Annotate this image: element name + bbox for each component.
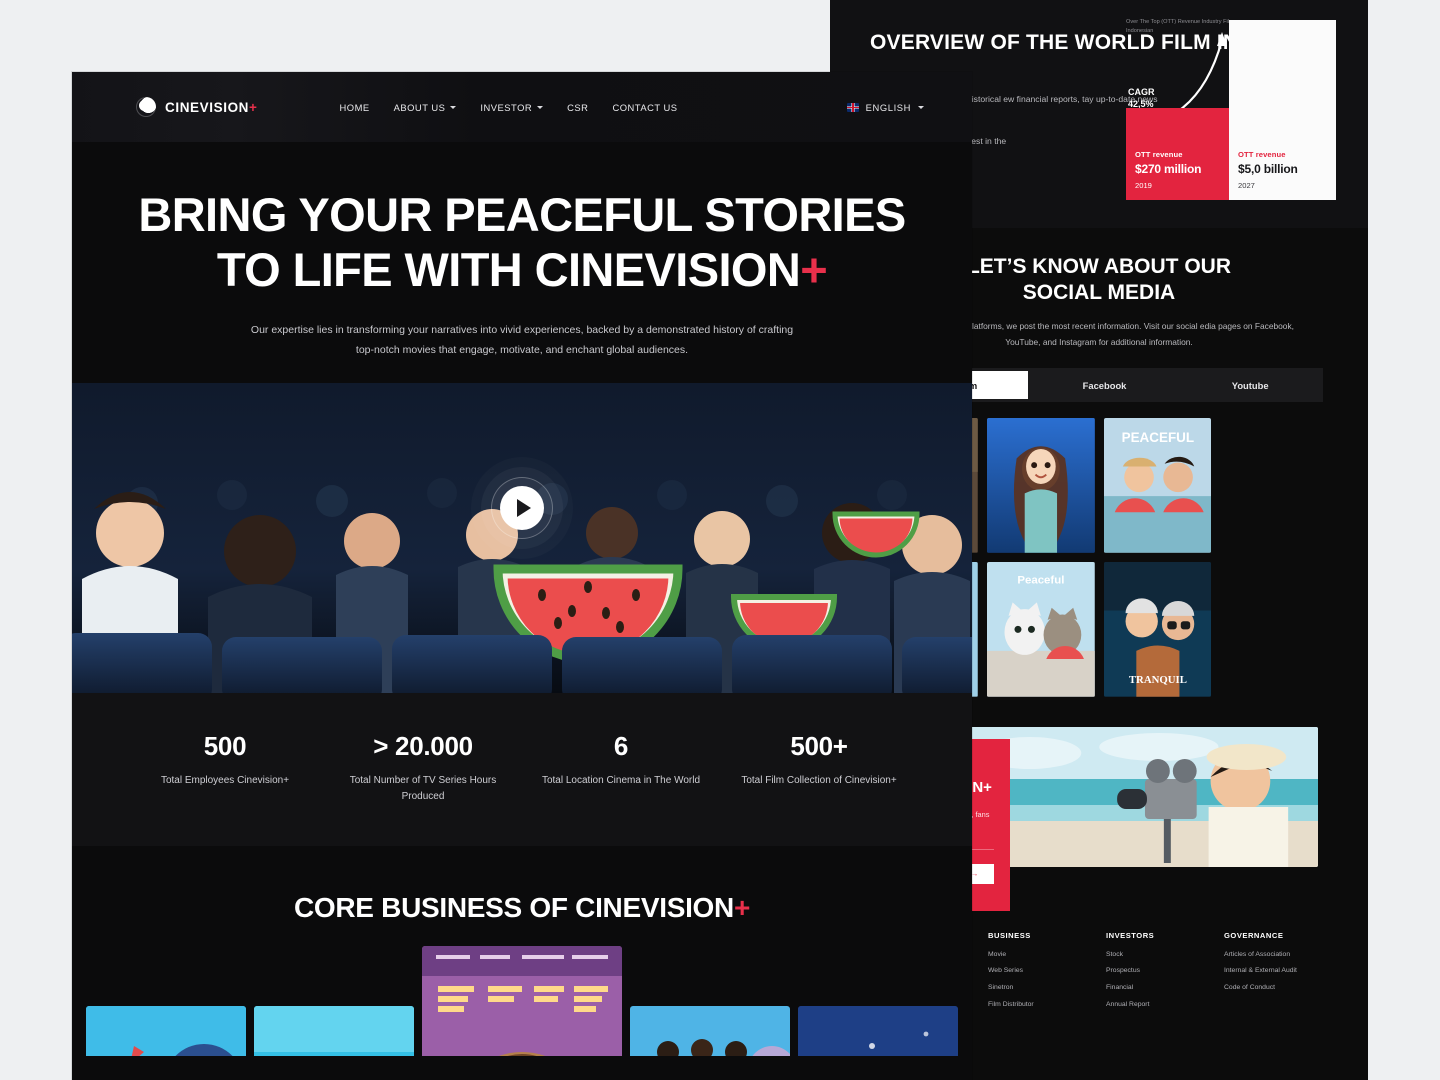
stat-value: 6 (613, 730, 629, 761)
uk-flag-icon (846, 102, 859, 112)
footer-link-prospectus[interactable]: Prospectus (1106, 968, 1210, 975)
poster-blue-monster[interactable] (86, 1005, 246, 1056)
page-title: BRING YOUR PEACEFUL STORIES TO LIFE WITH… (72, 188, 972, 297)
nav-link-home-label: HOME (339, 101, 370, 113)
stat-value: 500 (203, 730, 247, 761)
chevron-down-icon (537, 105, 544, 109)
post-tranquil-elders[interactable]: TRANQUIL (1103, 562, 1212, 697)
ott-revenue-chart: Over The Top (OTT) Revenue Industry Film… (1126, 18, 1336, 208)
footer-link-code-of-conduct[interactable]: Code of Conduct (1224, 984, 1328, 992)
bar-2027-series-label: OTT revenue (1238, 150, 1286, 159)
nav-link-contact-us-label: CONTACT US (612, 101, 678, 113)
bar-2027-year: 2027 (1238, 181, 1255, 190)
footer-link-sinetron[interactable]: Sinetron (988, 984, 1092, 992)
nav-link-about-us-label: ABOUT US (393, 101, 446, 113)
footer-column-governance: GOVERNANCE Articles of Association Inter… (1224, 931, 1328, 1019)
nav-link-csr[interactable]: CSR (567, 102, 588, 113)
footer-column-business: BUSINESS Movie Web Series Sinetron Film … (988, 931, 1092, 1019)
core-business-section: CORE BUSINESS OF CINEVISION+ (72, 845, 972, 1056)
left-panel-homepage: CINEVISION+ HOME ABOUT US INVESTOR CSR C… (72, 72, 972, 1080)
hero-heading-plus: + (800, 242, 828, 296)
language-label: ENGLISH (865, 101, 911, 113)
footer-link-web-series[interactable]: Web Series (988, 968, 1092, 975)
footer-link-articles[interactable]: Articles of Association (1224, 951, 1328, 959)
poster-schoolgirls[interactable] (630, 1005, 790, 1056)
navbar: CINEVISION+ HOME ABOUT US INVESTOR CSR C… (72, 72, 972, 142)
nav-link-home[interactable]: HOME (340, 102, 370, 113)
stat-label: Total Number of TV Series Hours Produced (349, 774, 497, 803)
stat-cinema-locations: 6 Total Location Cinema in The World (528, 731, 714, 806)
post-peaceful-couple[interactable]: PEACEFUL (1103, 418, 1212, 553)
svg-text:PEACEFUL: PEACEFUL (1121, 431, 1194, 446)
core-business-title: CORE BUSINESS OF CINEVISION+ (293, 891, 751, 923)
poster-night-stars[interactable] (798, 1005, 958, 1056)
chart-bar-2019: OTT revenue $270 million 2019 (1126, 108, 1229, 200)
tab-youtube[interactable]: Youtube (1177, 368, 1323, 402)
post-empty-2 (1220, 562, 1328, 697)
presentation-canvas: OVERVIEW OF THE WORLD FILM INDUSTRY exch… (0, 0, 1440, 1080)
chevron-down-icon (450, 105, 457, 109)
footer-column-investors: INVESTORS Stock Prospectus Financial Ann… (1106, 931, 1210, 1019)
footer-link-audit[interactable]: Internal & External Audit (1224, 968, 1328, 975)
core-business-plus: + (733, 891, 751, 923)
cinevision-logo-icon (136, 97, 156, 117)
poster-featured-film[interactable] (422, 945, 622, 1056)
nav-link-investor-label: INVESTOR (480, 101, 533, 113)
post-longhair-girl[interactable] (986, 418, 1095, 553)
stat-label: Total Film Collection of Cinevision+ (741, 774, 897, 786)
stat-tv-series-hours: > 20.000 Total Number of TV Series Hours… (330, 731, 516, 806)
stat-label: Total Employees Cinevision+ (160, 774, 290, 786)
svg-text:TRANQUIL: TRANQUIL (1128, 674, 1186, 686)
post-peaceful-cats[interactable]: Peaceful (986, 562, 1095, 697)
footer-link-stock[interactable]: Stock (1106, 951, 1210, 959)
footer-link-movie[interactable]: Movie (988, 951, 1092, 959)
hero-paragraph: Our expertise lies in transforming your … (250, 324, 794, 356)
hero-heading-line1: BRING YOUR PEACEFUL STORIES (138, 188, 906, 241)
footer-link-film-distributor[interactable]: Film Distributor (988, 1001, 1092, 1009)
stat-film-collection: 500+ Total Film Collection of Cinevision… (726, 731, 912, 806)
brand-plus: + (249, 99, 258, 115)
bar-2019-series-label: OTT revenue (1135, 150, 1183, 159)
stats-section: 500 Total Employees Cinevision+ > 20.000… (72, 692, 972, 846)
chevron-down-icon (918, 105, 924, 109)
nav-link-contact-us[interactable]: CONTACT US (612, 102, 677, 113)
stat-value: > 20.000 (373, 730, 473, 761)
stat-value: 500+ (790, 730, 848, 761)
footer-heading-business: BUSINESS (988, 930, 1031, 940)
stat-total-employees: 500 Total Employees Cinevision+ (132, 731, 318, 806)
play-video-button[interactable] (491, 476, 553, 539)
hero-heading-line2: TO LIFE WITH CINEVISION (216, 242, 801, 296)
brand-logo[interactable]: CINEVISION+ (136, 97, 258, 117)
footer-heading-governance: GOVERNANCE (1224, 930, 1284, 940)
footer-link-annual-report[interactable]: Annual Report (1106, 1001, 1210, 1009)
cinema-audience-photo (72, 382, 972, 693)
post-empty-1 (1220, 418, 1328, 553)
hero-heading-line2-wrap: TO LIFE WITH CINEVISION+ (72, 243, 972, 298)
nav-link-about-us[interactable]: ABOUT US (394, 102, 457, 113)
play-icon (517, 498, 531, 517)
chart-bar-2027: OTT revenue $5,0 billion 2027 (1229, 20, 1336, 200)
stat-label: Total Location Cinema in The World (541, 774, 701, 786)
language-selector[interactable]: ENGLISH (846, 101, 924, 113)
photo-cameraman-beach (960, 726, 1318, 867)
footer-link-financial[interactable]: Financial (1106, 984, 1210, 992)
poster-ocean-girl[interactable] (254, 1005, 414, 1056)
poster-carousel (72, 945, 972, 1056)
bar-2027-value: $5,0 billion (1238, 162, 1298, 176)
bar-2019-value: $270 million (1135, 162, 1202, 176)
hero-section: BRING YOUR PEACEFUL STORIES TO LIFE WITH… (72, 142, 972, 361)
tab-facebook[interactable]: Facebook (1032, 368, 1178, 402)
bar-2019-year: 2019 (1135, 181, 1152, 190)
footer-heading-investors: INVESTORS (1106, 930, 1155, 940)
svg-text:Peaceful: Peaceful (1017, 575, 1064, 587)
nav-link-csr-label: CSR (567, 101, 589, 113)
play-button-inner (500, 485, 544, 530)
navbar-links: HOME ABOUT US INVESTOR CSR CONTACT US (340, 102, 678, 113)
brand-name: CINEVISION+ (165, 99, 258, 115)
nav-link-investor[interactable]: INVESTOR (480, 101, 544, 113)
chart-bars: OTT revenue $270 million 2019 OTT revenu… (1126, 20, 1336, 200)
